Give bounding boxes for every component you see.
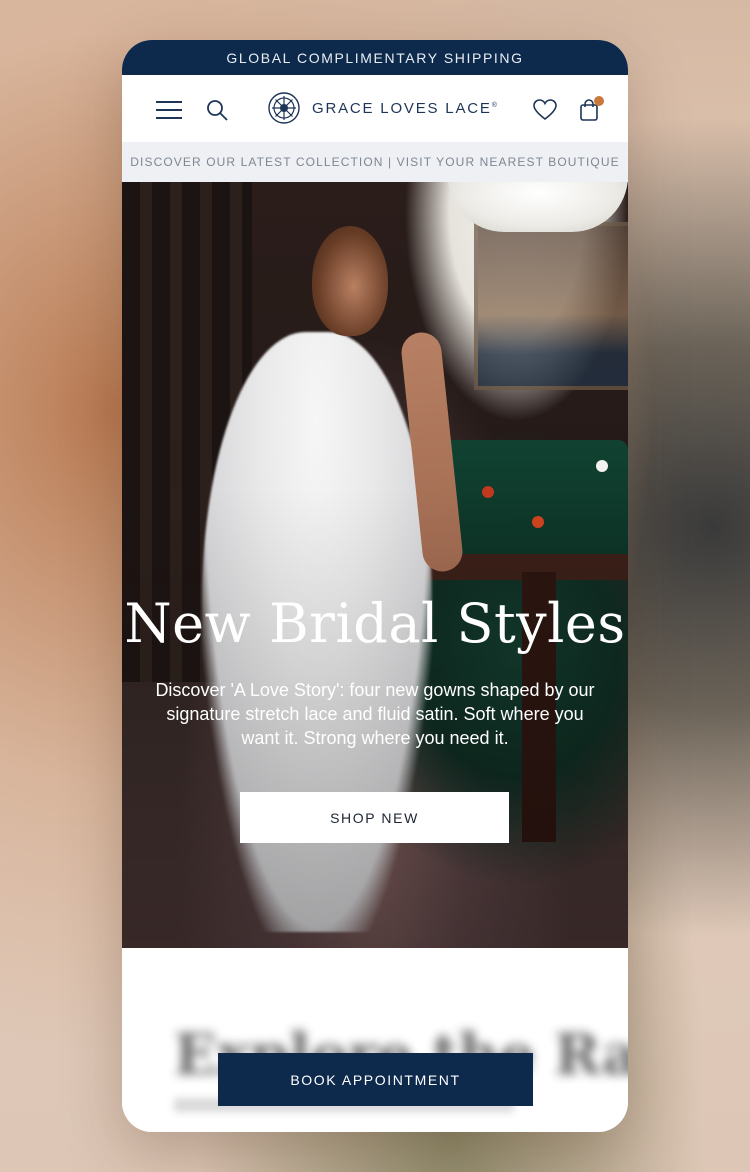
brand-logo[interactable]: GRACE LOVES LACE® — [268, 92, 499, 124]
promo-text: DISCOVER OUR LATEST COLLECTION | VISIT Y… — [130, 155, 620, 169]
explore-section: Explore the Range BOOK APPOINTMENT — [122, 948, 628, 1132]
registered-mark: ® — [491, 101, 499, 109]
site-header: GRACE LOVES LACE® — [122, 75, 628, 142]
bag-icon[interactable] — [576, 96, 604, 123]
hero-description: Discover 'A Love Story': four new gowns … — [155, 680, 595, 748]
heart-icon[interactable] — [532, 97, 558, 123]
cart-badge — [594, 96, 604, 106]
book-appointment-button[interactable]: BOOK APPOINTMENT — [218, 1053, 533, 1106]
announcement-bar: GLOBAL COMPLIMENTARY SHIPPING — [122, 40, 628, 75]
phone-frame: GLOBAL COMPLIMENTARY SHIPPING GRACE LOVE… — [122, 40, 628, 1132]
announcement-text: GLOBAL COMPLIMENTARY SHIPPING — [226, 49, 524, 66]
menu-icon[interactable] — [156, 97, 182, 123]
hero-title: New Bridal Styles — [124, 592, 626, 655]
hero-banner: New Bridal Styles Discover 'A Love Story… — [122, 182, 628, 948]
search-icon[interactable] — [204, 97, 230, 123]
promo-bar[interactable]: DISCOVER OUR LATEST COLLECTION | VISIT Y… — [122, 142, 628, 182]
lace-emblem-icon — [268, 92, 300, 124]
shop-new-button[interactable]: SHOP NEW — [240, 792, 509, 843]
brand-name: GRACE LOVES LACE® — [312, 99, 499, 117]
